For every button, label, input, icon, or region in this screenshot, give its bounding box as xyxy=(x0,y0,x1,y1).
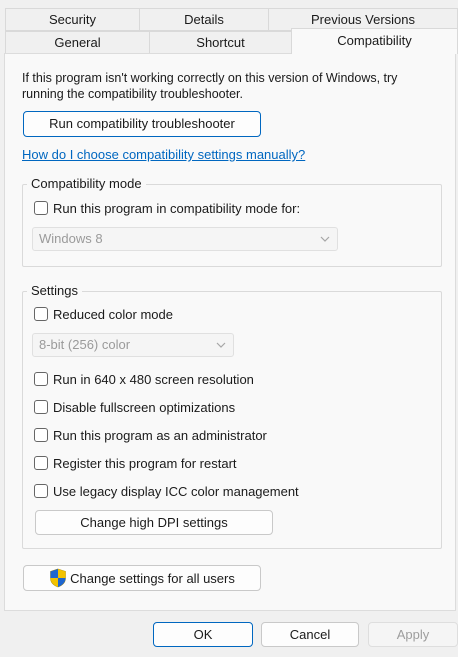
tab-label: Security xyxy=(49,12,96,27)
run-troubleshooter-label: Run compatibility troubleshooter xyxy=(49,116,235,131)
run-troubleshooter-button[interactable]: Run compatibility troubleshooter xyxy=(23,111,261,137)
register-restart-checkbox[interactable] xyxy=(34,456,48,470)
compatibility-mode-checkbox-label: Run this program in compatibility mode f… xyxy=(53,200,301,216)
change-dpi-settings-label: Change high DPI settings xyxy=(80,515,228,530)
tab-label: General xyxy=(54,35,101,50)
tab-compatibility[interactable]: Compatibility xyxy=(291,28,458,54)
tab-details[interactable]: Details xyxy=(139,8,269,31)
run-as-admin-label: Run this program as an administrator xyxy=(53,427,267,443)
tab-shortcut[interactable]: Shortcut xyxy=(149,31,292,54)
reduced-color-checkbox-row[interactable]: Reduced color mode xyxy=(34,305,173,323)
change-settings-all-users-label: Change settings for all users xyxy=(70,570,235,586)
compatibility-mode-group xyxy=(22,184,442,267)
os-version-value: Windows 8 xyxy=(39,231,103,246)
tab-security[interactable]: Security xyxy=(5,8,140,31)
reduced-color-label: Reduced color mode xyxy=(53,306,173,322)
tab-general[interactable]: General xyxy=(5,31,150,54)
legacy-icc-checkbox[interactable] xyxy=(34,484,48,498)
resolution-640-checkbox[interactable] xyxy=(34,372,48,386)
tab-label: Details xyxy=(184,12,224,27)
reduced-color-checkbox[interactable] xyxy=(34,307,48,321)
color-depth-select[interactable]: 8-bit (256) color xyxy=(32,333,234,357)
chevron-down-icon xyxy=(320,236,330,242)
apply-button[interactable]: Apply xyxy=(368,622,458,647)
intro-line-2: running the compatibility troubleshooter… xyxy=(22,87,243,101)
cancel-button[interactable]: Cancel xyxy=(261,622,359,647)
compatibility-mode-checkbox-row[interactable]: Run this program in compatibility mode f… xyxy=(34,199,300,217)
apply-label: Apply xyxy=(396,627,430,642)
compatibility-mode-legend: Compatibility mode xyxy=(27,176,146,191)
color-depth-value: 8-bit (256) color xyxy=(39,337,131,352)
settings-legend: Settings xyxy=(27,283,82,298)
legacy-icc-label: Use legacy display ICC color management xyxy=(53,483,299,499)
change-dpi-settings-button[interactable]: Change high DPI settings xyxy=(35,510,273,535)
uac-shield-icon xyxy=(50,568,66,588)
disable-fullscreen-opt-label: Disable fullscreen optimizations xyxy=(53,399,236,415)
run-as-admin-checkbox[interactable] xyxy=(34,428,48,442)
ok-label: OK xyxy=(193,627,213,642)
register-restart-label: Register this program for restart xyxy=(53,455,237,471)
disable-fullscreen-opt-checkbox-row[interactable]: Disable fullscreen optimizations xyxy=(34,398,235,416)
chevron-down-icon xyxy=(216,342,226,348)
resolution-640-checkbox-row[interactable]: Run in 640 x 480 screen resolution xyxy=(34,370,254,388)
cancel-label: Cancel xyxy=(289,627,331,642)
run-as-admin-checkbox-row[interactable]: Run this program as an administrator xyxy=(34,426,267,444)
intro-text: If this program isn't working correctly … xyxy=(22,70,442,102)
ok-button[interactable]: OK xyxy=(153,622,253,647)
help-link[interactable]: How do I choose compatibility settings m… xyxy=(22,147,305,162)
compatibility-mode-checkbox[interactable] xyxy=(34,201,48,215)
tab-label: Shortcut xyxy=(196,35,245,50)
resolution-640-label: Run in 640 x 480 screen resolution xyxy=(53,371,254,387)
tab-label: Compatibility xyxy=(337,33,412,48)
disable-fullscreen-opt-checkbox[interactable] xyxy=(34,400,48,414)
tab-label: Previous Versions xyxy=(310,12,416,27)
legacy-icc-checkbox-row[interactable]: Use legacy display ICC color management xyxy=(34,482,299,500)
change-settings-all-users-button[interactable]: Change settings for all users xyxy=(23,565,261,591)
os-version-select[interactable]: Windows 8 xyxy=(32,227,338,251)
register-restart-checkbox-row[interactable]: Register this program for restart xyxy=(34,454,237,472)
intro-line-1: If this program isn't working correctly … xyxy=(22,71,398,85)
